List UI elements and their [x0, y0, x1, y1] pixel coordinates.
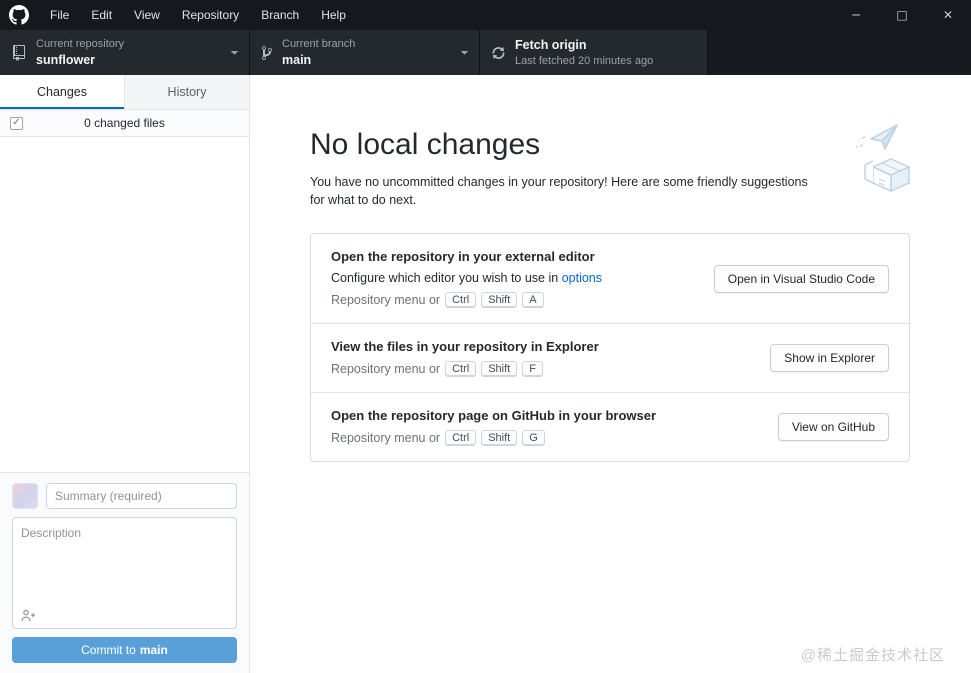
kbd-key: Shift [481, 361, 518, 377]
page-subtitle: You have no uncommitted changes in your … [310, 175, 808, 208]
tab-changes[interactable]: Changes [0, 75, 124, 109]
commit-button[interactable]: Commit to main [12, 637, 237, 663]
fetch-origin-title: Fetch origin [515, 38, 587, 52]
open-in-vscode-button[interactable]: Open in Visual Studio Code [713, 264, 889, 293]
fetch-origin-button[interactable]: Fetch origin Last fetched 20 minutes ago [480, 30, 708, 75]
description-input[interactable] [13, 518, 236, 609]
select-all-checkbox[interactable]: ✓ [10, 116, 23, 130]
avatar [12, 483, 38, 509]
menu-repository[interactable]: Repository [171, 0, 250, 30]
suggestion-shortcut-hint: Repository menu or Ctrl Shift A [331, 292, 602, 308]
description-box [12, 517, 237, 629]
chevron-down-icon [460, 48, 469, 57]
summary-input[interactable] [46, 483, 237, 509]
suggestion-view-github: Open the repository page on GitHub in yo… [311, 392, 909, 461]
current-repository-button[interactable]: Current repository sunflower [0, 30, 250, 75]
git-branch-icon [262, 45, 272, 61]
changed-files-count: 0 changed files [84, 116, 165, 130]
repo-icon [12, 44, 26, 61]
kbd-key: Shift [481, 292, 518, 308]
current-branch-value: main [282, 53, 312, 67]
fetch-origin-subtitle: Last fetched 20 minutes ago [515, 55, 654, 67]
suggestion-shortcut-hint: Repository menu or Ctrl Shift G [331, 430, 656, 446]
kbd-key: Ctrl [445, 292, 477, 308]
menu-hint-text: Repository menu or [331, 431, 441, 445]
main-content: No local changes You have no uncommitted… [251, 75, 971, 673]
current-branch-label: Current branch [282, 38, 356, 50]
kbd-key: A [522, 292, 544, 308]
toolbar-spacer [708, 30, 971, 75]
kbd-key: Ctrl [445, 361, 477, 377]
menu-branch[interactable]: Branch [250, 0, 310, 30]
view-on-github-button[interactable]: View on GitHub [777, 413, 889, 441]
kbd-key: G [522, 430, 545, 446]
menu-view[interactable]: View [123, 0, 171, 30]
menu-edit[interactable]: Edit [80, 0, 123, 30]
suggestion-title: Open the repository in your external edi… [331, 249, 595, 264]
commit-button-branch: main [139, 643, 168, 657]
window-controls: ─ □ ✕ [833, 0, 971, 30]
github-logo-icon [9, 5, 29, 25]
menu-help[interactable]: Help [310, 0, 357, 30]
current-repository-label: Current repository [36, 38, 125, 50]
current-branch-button[interactable]: Current branch main [250, 30, 480, 75]
kbd-key: Shift [481, 430, 518, 446]
menu-hint-text: Repository menu or [331, 293, 441, 307]
commit-area: Commit to main [0, 472, 249, 673]
suggestion-title: View the files in your repository in Exp… [331, 339, 599, 354]
suggestion-show-explorer: View the files in your repository in Exp… [311, 323, 909, 392]
suggestion-open-editor: Open the repository in your external edi… [311, 234, 909, 323]
add-coauthor-icon[interactable] [21, 609, 36, 622]
menu-bar: File Edit View Repository Branch Help ─ … [0, 0, 971, 30]
options-link[interactable]: options [562, 271, 602, 285]
sidebar: Changes History ✓ 0 changed files Summar… [0, 75, 250, 673]
watermark: @稀土掘金技术社区 [800, 647, 945, 664]
menu-file[interactable]: File [39, 0, 80, 30]
changes-list-empty [0, 137, 249, 472]
maximize-button[interactable]: □ [879, 0, 925, 30]
sync-icon [492, 45, 505, 61]
suggestion-subtitle-text: Configure which editor you wish to use i… [331, 271, 562, 285]
app-menus: File Edit View Repository Branch Help [39, 0, 357, 30]
current-repository-value: sunflower [36, 53, 96, 67]
menu-hint-text: Repository menu or [331, 362, 441, 376]
sidebar-tabs: Changes History [0, 75, 249, 110]
check-icon: ✓ [12, 117, 21, 128]
no-changes-illustration-icon [835, 121, 919, 205]
show-in-explorer-button[interactable]: Show in Explorer [770, 344, 889, 372]
suggestions-list: Open the repository in your external edi… [310, 233, 910, 462]
suggestion-shortcut-hint: Repository menu or Ctrl Shift F [331, 361, 599, 377]
tab-history[interactable]: History [124, 75, 249, 109]
kbd-key: Ctrl [445, 430, 477, 446]
commit-button-prefix: Commit to [81, 643, 136, 657]
kbd-key: F [522, 361, 543, 377]
chevron-down-icon [230, 48, 239, 57]
suggestion-subtitle: Configure which editor you wish to use i… [331, 271, 602, 285]
changed-files-row: ✓ 0 changed files [0, 110, 249, 137]
suggestion-title: Open the repository page on GitHub in yo… [331, 408, 657, 423]
minimize-button[interactable]: ─ [833, 0, 879, 30]
toolbar: Current repository sunflower Current bra… [0, 30, 971, 75]
app-window: File Edit View Repository Branch Help ─ … [0, 0, 971, 673]
close-button[interactable]: ✕ [925, 0, 971, 30]
